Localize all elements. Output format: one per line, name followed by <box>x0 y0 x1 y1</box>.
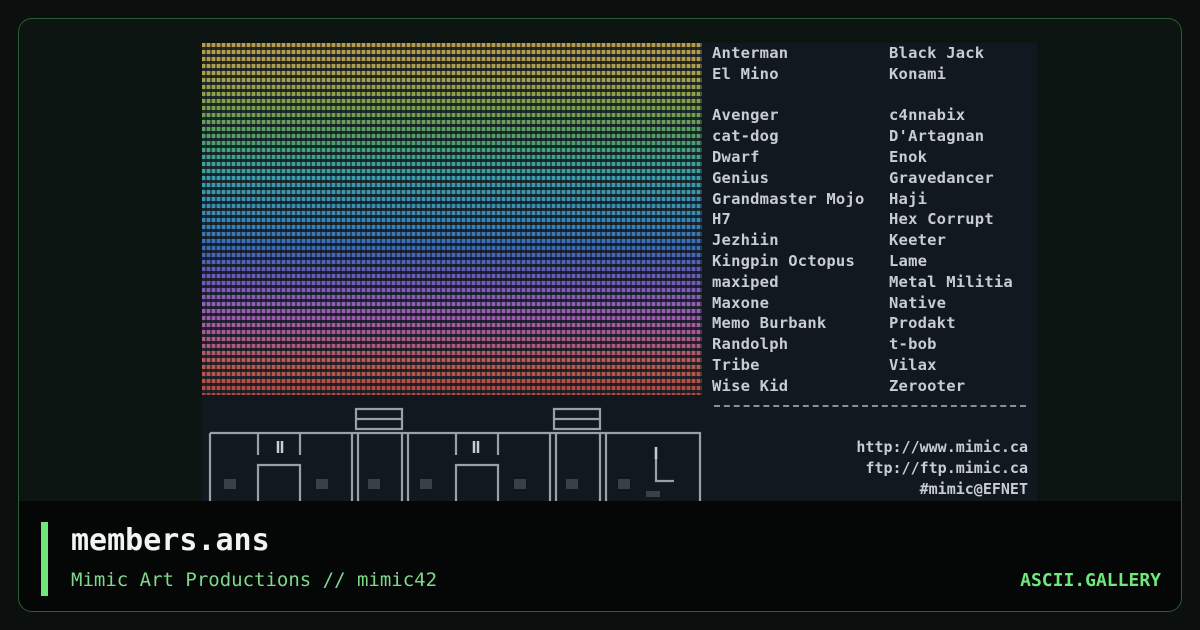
member-name: Genius <box>712 168 770 187</box>
member-name: Wise Kid <box>712 376 789 395</box>
member-name: H7 <box>712 210 732 229</box>
member-name: Hex Corrupt <box>889 210 994 229</box>
member-row: Wise Kid Zerooter <box>712 376 1032 397</box>
member-name: Gravedancer <box>889 168 994 187</box>
member-row: El Mino Konami <box>712 64 1032 85</box>
member-name: Anterman <box>712 44 789 62</box>
member-name: Konami <box>889 64 947 83</box>
member-name: Kingpin Octopus <box>712 251 855 270</box>
member-name: c4nnabix <box>889 106 966 125</box>
member-name: Keeter <box>889 231 947 250</box>
info-bar: members.ans Mimic Art Productions // mim… <box>19 501 1181 611</box>
stripes-mesh-overlay <box>202 43 702 395</box>
dashed-divider <box>714 405 1026 407</box>
accent-bar <box>41 522 48 596</box>
member-row: Dwarf Enok <box>712 147 1032 168</box>
member-row: Anterman Black Jack <box>712 43 1032 64</box>
member-row: Memo Burbank Prodakt <box>712 313 1032 334</box>
card-frame: Anterman Black Jack El Mino Konami Avenger… <box>18 18 1182 612</box>
ftp-url: ftp://ftp.mimic.ca <box>865 459 1028 477</box>
irc-channel: #mimic@EFNET <box>919 480 1028 498</box>
member-name: Zerooter <box>889 376 966 395</box>
member-row: Tribe Vilax <box>712 355 1032 376</box>
member-name: Tribe <box>712 355 760 374</box>
member-name: Metal Militia <box>889 272 1013 291</box>
member-name: El Mino <box>712 64 779 83</box>
contact-block: http://www.mimic.ca ftp://ftp.mimic.ca #… <box>762 437 1028 500</box>
member-name: D'Artagnan <box>889 127 985 146</box>
file-title: members.ans <box>71 523 270 558</box>
member-name: Memo Burbank <box>712 314 827 333</box>
member-name: Native <box>889 293 947 312</box>
member-name: Black Jack <box>889 44 985 62</box>
member-row: Jezhiin Keeter <box>712 230 1032 251</box>
member-row: Maxone Native <box>712 293 1032 314</box>
ansi-artwork: Anterman Black Jack El Mino Konami Avenger… <box>202 43 1037 519</box>
rainbow-stripes <box>202 43 702 395</box>
member-name: Lame <box>889 251 928 270</box>
member-name: Dwarf <box>712 147 760 166</box>
member-name: Prodakt <box>889 314 956 333</box>
member-name: Avenger <box>712 106 779 125</box>
member-name: Jezhiin <box>712 231 779 250</box>
member-name: Randolph <box>712 335 789 354</box>
member-row: Avenger c4nnabix <box>712 105 1032 126</box>
member-row: cat-dog D'Artagnan <box>712 126 1032 147</box>
file-credits: Mimic Art Productions // mimic42 <box>71 569 438 591</box>
website-url: http://www.mimic.ca <box>856 438 1028 456</box>
member-name: Haji <box>889 189 928 208</box>
member-list-gap <box>712 85 1032 106</box>
member-name: t-bob <box>889 335 937 354</box>
member-name: Enok <box>889 147 928 166</box>
member-row: Randolph t-bob <box>712 334 1032 355</box>
member-row: Kingpin Octopus Lame <box>712 251 1032 272</box>
member-name: Maxone <box>712 293 770 312</box>
member-row: H7 Hex Corrupt <box>712 209 1032 230</box>
member-name: Grandmaster Mojo <box>712 189 865 208</box>
member-name: cat-dog <box>712 127 779 146</box>
member-row: Genius Gravedancer <box>712 168 1032 189</box>
member-name: maxiped <box>712 272 779 291</box>
member-row: Grandmaster Mojo Haji <box>712 189 1032 210</box>
member-list: Anterman Black Jack El Mino Konami Avenger… <box>712 43 1032 397</box>
member-name: Vilax <box>889 355 937 374</box>
site-brand[interactable]: ASCII.GALLERY <box>1020 570 1161 591</box>
member-row: maxiped Metal Militia <box>712 272 1032 293</box>
